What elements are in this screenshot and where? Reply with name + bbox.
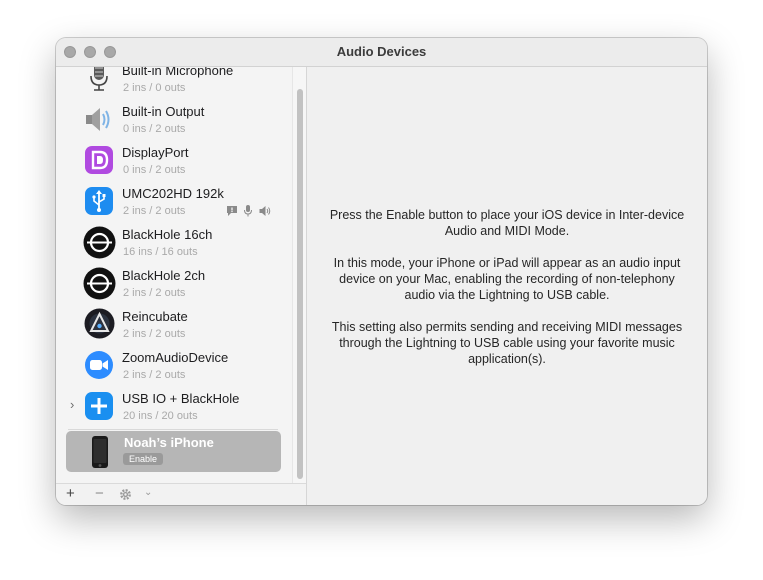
alert-message-icon: [226, 204, 238, 222]
enable-button[interactable]: Enable: [123, 453, 164, 465]
device-name: Reincubate: [122, 309, 188, 324]
zoom-camera-icon: [84, 350, 114, 380]
device-io-count: 16 ins / 16 outs: [123, 246, 198, 258]
device-item-zoomaudiodevice[interactable]: ZoomAudioDevice 2 ins / 2 outs: [56, 347, 292, 388]
device-name: UMC202HD 192k: [122, 186, 224, 201]
instruction-paragraph: Press the Enable button to place your iO…: [329, 208, 685, 238]
device-name: Built-in Output: [122, 104, 205, 119]
usb-icon: [84, 186, 114, 216]
device-name: BlackHole 2ch: [122, 268, 206, 283]
device-name: ZoomAudioDevice: [122, 350, 229, 365]
device-io-count: 0 ins / 2 outs: [123, 123, 186, 135]
device-list: Built-in Microphone 2 ins / 0 outs Built…: [56, 67, 292, 483]
device-list-toolbar: + − ⌄: [56, 483, 306, 505]
device-io-count: 2 ins / 2 outs: [123, 328, 186, 340]
device-name: BlackHole 16ch: [122, 227, 213, 242]
microphone-icon: [84, 67, 114, 93]
device-name: Noah’s iPhone: [124, 435, 214, 450]
default-input-microphone-icon: [243, 204, 253, 222]
device-item-reincubate[interactable]: Reincubate 2 ins / 2 outs: [56, 306, 292, 347]
ios-device-instructions: Press the Enable button to place your iO…: [327, 207, 687, 383]
device-name: USB IO + BlackHole: [122, 391, 240, 406]
device-item-built-in-output[interactable]: Built-in Output 0 ins / 2 outs: [56, 101, 292, 142]
default-output-speaker-icon: [259, 204, 271, 222]
device-io-count: 0 ins / 2 outs: [123, 164, 186, 176]
device-io-count: 2 ins / 2 outs: [123, 205, 186, 217]
device-io-count: 2 ins / 2 outs: [123, 287, 186, 299]
device-item-blackhole-16ch[interactable]: BlackHole 16ch 16 ins / 16 outs: [56, 224, 292, 265]
disclosure-chevron-right-icon[interactable]: ›: [70, 397, 74, 412]
device-item-built-in-microphone[interactable]: Built-in Microphone 2 ins / 0 outs: [56, 67, 292, 101]
window-title: Audio Devices: [336, 44, 427, 59]
iphone-icon: [90, 435, 110, 469]
aggregate-plus-icon: [84, 391, 114, 421]
device-name: DisplayPort: [122, 145, 189, 160]
reincubate-icon: [84, 308, 115, 339]
chevron-down-icon[interactable]: ⌄: [144, 487, 152, 498]
title-bar: Audio Devices: [56, 38, 707, 67]
device-io-count: 2 ins / 0 outs: [123, 82, 186, 94]
list-separator: [68, 429, 278, 430]
instruction-paragraph: This setting also permits sending and re…: [331, 320, 683, 366]
device-item-umc202hd[interactable]: UMC202HD 192k 2 ins / 2 outs: [56, 183, 292, 224]
instruction-paragraph: In this mode, your iPhone or iPad will a…: [333, 256, 681, 302]
gear-icon[interactable]: [119, 488, 132, 501]
remove-device-button[interactable]: −: [95, 485, 104, 502]
scrollbar-thumb[interactable]: [297, 89, 303, 479]
device-io-count: 2 ins / 2 outs: [123, 369, 186, 381]
device-item-iphone[interactable]: Noah’s iPhone Enable: [66, 431, 281, 472]
device-item-blackhole-2ch[interactable]: BlackHole 2ch 2 ins / 2 outs: [56, 265, 292, 306]
audio-devices-window: Audio Devices Built-in Microphone 2 ins …: [56, 38, 707, 505]
device-list-scrollbar[interactable]: [292, 67, 306, 483]
speaker-icon: [84, 104, 114, 134]
device-detail-pane: Press the Enable button to place your iO…: [307, 67, 707, 505]
device-item-displayport[interactable]: DisplayPort 0 ins / 2 outs: [56, 142, 292, 183]
blackhole-icon: [83, 267, 116, 300]
displayport-icon: [84, 145, 114, 175]
add-device-button[interactable]: +: [66, 485, 75, 502]
device-io-count: 20 ins / 20 outs: [123, 410, 198, 422]
device-item-usb-io-blackhole[interactable]: › USB IO + BlackHole 20 ins / 20 outs: [56, 388, 292, 429]
blackhole-icon: [83, 226, 116, 259]
device-name: Built-in Microphone: [122, 67, 234, 78]
